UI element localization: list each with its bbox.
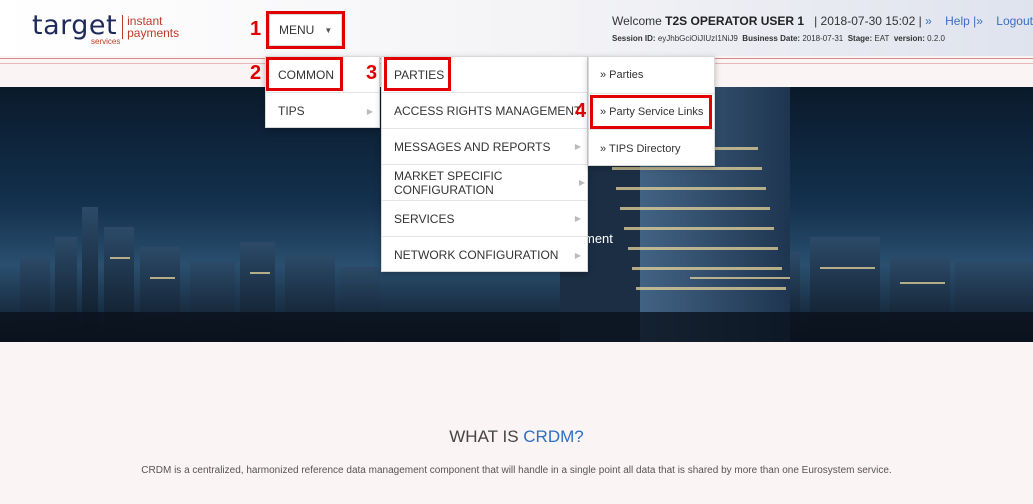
highlight-box-parties — [384, 57, 451, 91]
business-date-value: 2018-07-31 — [802, 34, 844, 43]
logo-line2: payments — [127, 26, 180, 40]
highlight-box-menu — [266, 11, 345, 49]
menu-item-access-rights[interactable]: ACCESS RIGHTS MANAGEMENT — [382, 93, 587, 129]
menu-item-label: MESSAGES AND REPORTS — [394, 139, 551, 154]
logo[interactable]: target services instant payments — [32, 10, 179, 47]
help-link[interactable]: Help — [945, 14, 970, 28]
app-root: target services instant payments MENU ▼ … — [0, 0, 1033, 504]
logo-wordmark: target — [32, 10, 118, 41]
submenu-arrow-icon: ▶ — [366, 106, 373, 116]
login-datetime: | 2018-07-30 15:02 | — [814, 14, 922, 28]
submenu-arrow-icon: ▶ — [578, 178, 585, 187]
heading-text: WHAT IS — [449, 427, 519, 446]
annotation-number: 2 — [250, 62, 262, 84]
menu-item-network-config[interactable]: NETWORK CONFIGURATION ▶ — [382, 237, 587, 273]
logout-link[interactable]: Logout — [996, 14, 1033, 28]
header: target services instant payments MENU ▼ … — [0, 0, 1033, 56]
annotation-number: 1 — [250, 18, 262, 40]
logo-services: services — [91, 37, 121, 46]
highlight-box-common — [266, 57, 343, 91]
stage-value: EAT — [874, 34, 890, 43]
welcome-text: Welcome — [612, 14, 662, 28]
annotation-number: 3 — [366, 62, 378, 84]
menu-item-label: » Parties — [600, 69, 644, 81]
section-heading: WHAT IS CRDM? — [0, 427, 1033, 447]
submenu-arrow-icon: ▶ — [574, 142, 581, 151]
menu-item-label: SERVICES — [394, 211, 455, 226]
hero-caption: ment — [584, 231, 613, 246]
stage-label: Stage: — [847, 34, 873, 43]
menu-item-market-config[interactable]: MARKET SPECIFIC CONFIGURATION ▶ — [382, 165, 587, 201]
user-name: T2S OPERATOR USER 1 — [665, 14, 805, 28]
session-id-label: Session ID: — [612, 34, 656, 43]
highlight-box-party-service-links — [590, 95, 712, 129]
menu-item-parties-link[interactable]: » Parties — [589, 57, 714, 94]
menu-item-services[interactable]: SERVICES ▶ — [382, 201, 587, 237]
menu-item-label: MARKET SPECIFIC CONFIGURATION — [394, 168, 503, 197]
version-label: version: — [893, 34, 925, 43]
heading-crdm: CRDM? — [523, 427, 584, 446]
menu-item-label: ACCESS RIGHTS MANAGEMENT — [394, 103, 582, 118]
session-id-value: eyJhbGciOiJIUzI1NiJ9 — [657, 34, 738, 43]
submenu-arrow-icon: ▶ — [574, 214, 581, 223]
session-info: Session ID: eyJhbGciOiJIUzI1NiJ9 Busines… — [612, 34, 945, 43]
annotation-number: 4 — [575, 100, 587, 122]
business-date-label: Business Date: — [742, 34, 801, 43]
section-description: CRDM is a centralized, harmonized refere… — [141, 465, 892, 476]
menu-item-messages-reports[interactable]: MESSAGES AND REPORTS ▶ — [382, 129, 587, 165]
menu-item-label: » TIPS Directory — [600, 142, 681, 155]
menu-item-tips-directory[interactable]: » TIPS Directory — [589, 130, 714, 167]
logo-divider — [122, 15, 124, 39]
menu-item-label: NETWORK CONFIGURATION — [394, 248, 559, 262]
submenu-arrow-icon: ▶ — [574, 250, 581, 260]
welcome-bar: Welcome T2S OPERATOR USER 1 | 2018-07-30… — [612, 14, 1033, 28]
logo-product: instant payments — [127, 15, 179, 39]
version-value: 0.2.0 — [927, 34, 945, 43]
help-separator: » — [925, 14, 932, 28]
logout-separator: |» — [973, 14, 983, 28]
menu-item-tips[interactable]: TIPS ▶ — [266, 93, 379, 129]
menu-item-label: TIPS — [278, 104, 305, 118]
